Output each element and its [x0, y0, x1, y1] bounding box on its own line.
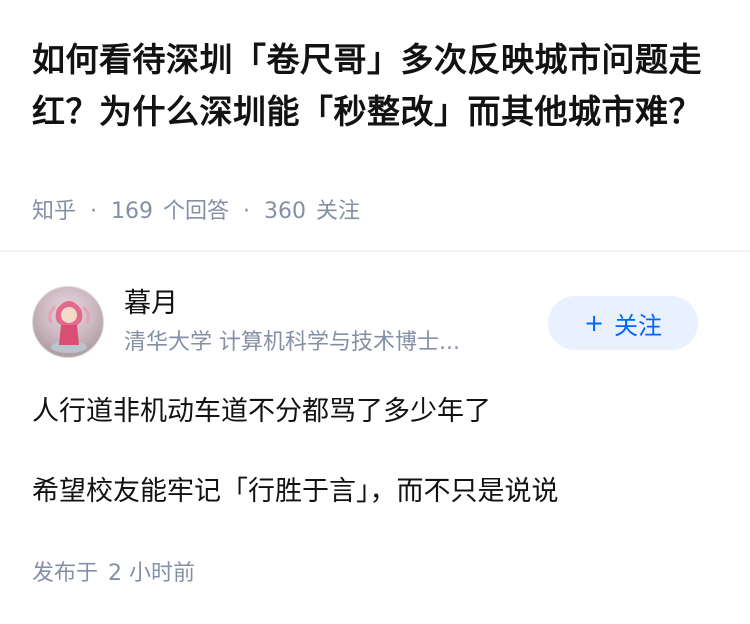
follower-count: 360 [264, 199, 307, 224]
separator-dot: · [90, 199, 98, 224]
answer-content[interactable]: 人行道非机动车道不分都骂了多少年了 希望校友能牢记「行胜于言」，而不只是说说 [32, 392, 722, 552]
answer-paragraph: 人行道非机动车道不分都骂了多少年了 [32, 396, 491, 427]
answer-count: 169 [111, 199, 154, 224]
posted-label: 发布于 [32, 561, 99, 586]
follower-count-label: 关注 [316, 199, 361, 224]
posted-time: 发布于 2 小时前 [32, 558, 195, 590]
follow-button-label: 关注 [614, 311, 663, 340]
plus-icon: + [583, 309, 605, 337]
author-bio: 清华大学 计算机科学与技术博士... [124, 330, 460, 355]
avatar[interactable] [32, 286, 104, 358]
answer-paragraph: 希望校友能牢记「行胜于言」，而不只是说说 [32, 476, 559, 507]
author-card: 暮月 清华大学 计算机科学与技术博士... + 关注 [32, 286, 718, 358]
question-title[interactable]: 如何看待深圳「卷尺哥」多次反映城市问题走红？为什么深圳能「秒整改」而其他城市难？ [32, 34, 722, 138]
section-divider [0, 250, 750, 252]
follow-button[interactable]: + 关注 [548, 296, 698, 350]
author-name[interactable]: 暮月 [124, 286, 178, 322]
question-header: 如何看待深圳「卷尺哥」多次反映城市问题走红？为什么深圳能「秒整改」而其他城市难？… [0, 0, 750, 250]
source-label[interactable]: 知乎 [32, 196, 76, 228]
question-meta: 知乎 · 169 个回答 · 360 关注 [32, 196, 360, 228]
posted-time-value: 2 小时前 [108, 561, 196, 586]
separator-dot: · [243, 199, 251, 224]
avatar-figure-icon [48, 301, 90, 353]
answer-count-label: 个回答 [163, 199, 230, 224]
